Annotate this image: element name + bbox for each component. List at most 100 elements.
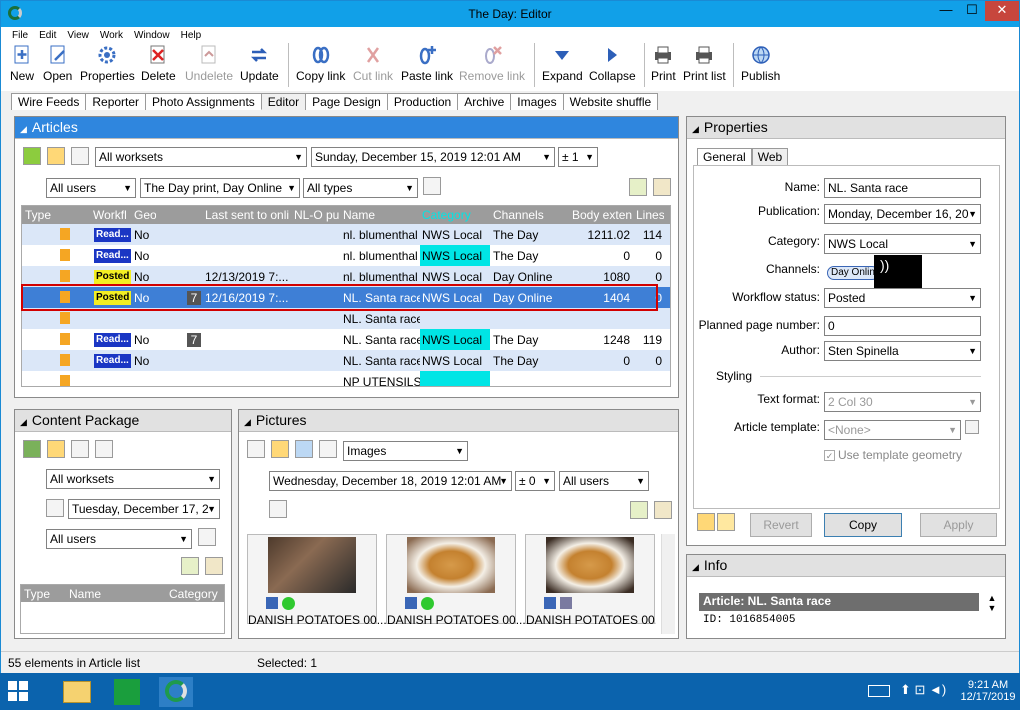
sun-icon[interactable]: [697, 513, 715, 531]
search-icon[interactable]: [269, 500, 287, 518]
users-select[interactable]: All users ▼: [46, 178, 136, 198]
maximize-button[interactable]: ☐: [959, 1, 985, 21]
channel-chip[interactable]: Day Onlin: [827, 266, 879, 280]
col-name[interactable]: Name: [343, 208, 375, 222]
publication-select[interactable]: The Day print, Day Online ▼: [140, 178, 300, 198]
settings-icon[interactable]: [205, 557, 223, 575]
table-row[interactable]: Read... No nl. blumenthal NWS Local The Day 0…: [22, 245, 670, 266]
blank-page-icon[interactable]: [95, 440, 113, 458]
windows-start-icon[interactable]: [8, 681, 28, 701]
undelete-button[interactable]: Undelete: [185, 44, 233, 83]
collapse-arrow-icon[interactable]: ◢: [692, 562, 699, 572]
author-select[interactable]: Sten Spinella ▼: [824, 341, 981, 361]
minimize-button[interactable]: —: [933, 1, 959, 21]
template-browse-icon[interactable]: [965, 420, 979, 434]
pictures-range-select[interactable]: ± 0 ▼: [515, 471, 555, 491]
copy-link-button[interactable]: Copy link: [296, 44, 345, 83]
calendar-icon[interactable]: [46, 499, 64, 517]
paste-link-button[interactable]: Paste link: [401, 44, 453, 83]
search-icon[interactable]: [423, 177, 441, 195]
cp-col-name[interactable]: Name: [69, 587, 101, 601]
print-list-button[interactable]: Print list: [683, 44, 726, 83]
picture-thumbnail[interactable]: DANISH POTATOES 00...: [247, 534, 387, 627]
pictures-date-select[interactable]: Wednesday, December 18, 2019 12:01 AM ▼: [269, 471, 512, 491]
tab-reporter[interactable]: Reporter: [85, 93, 147, 110]
collapse-arrow-icon[interactable]: ◢: [20, 124, 27, 134]
apply-button[interactable]: Apply: [920, 513, 997, 537]
remove-link-button[interactable]: Remove link: [459, 44, 525, 83]
refresh-icon[interactable]: [629, 178, 647, 196]
keyboard-icon[interactable]: [868, 685, 890, 697]
tab-wire-feeds[interactable]: Wire Feeds: [11, 93, 87, 110]
picture-thumbnail[interactable]: DANISH POTATOES 00...: [386, 534, 526, 627]
tray-icons[interactable]: ⬆ ⊡ ◄): [900, 682, 946, 698]
table-row[interactable]: Read... No 7 NL. Santa race NWS Local The Day…: [22, 329, 670, 350]
tab-production[interactable]: Production: [386, 93, 459, 110]
link-icon[interactable]: [295, 440, 313, 458]
store-icon[interactable]: [114, 679, 140, 705]
columns-icon[interactable]: [319, 440, 337, 458]
col-type[interactable]: Type: [25, 208, 51, 222]
tab-web[interactable]: Web: [751, 148, 789, 165]
cp-col-category[interactable]: Category: [169, 587, 218, 601]
articles-date-select[interactable]: Sunday, December 15, 2019 12:01 AM ▼: [311, 147, 555, 167]
collapse-arrow-icon[interactable]: ◢: [244, 417, 251, 427]
image-icon[interactable]: [247, 440, 265, 458]
table-row[interactable]: NP UTENSILS: [22, 371, 670, 386]
page-number-field[interactable]: 0: [824, 316, 981, 336]
collapse-arrow-icon[interactable]: ◢: [20, 417, 27, 427]
pictures-scrollbar[interactable]: [661, 534, 675, 634]
workflow-select[interactable]: Posted ▼: [824, 288, 981, 308]
name-field[interactable]: NL. Santa race: [824, 178, 981, 198]
lightning-icon[interactable]: [717, 513, 735, 531]
pictures-users-select[interactable]: All users ▼: [559, 471, 649, 491]
picture-thumbnail[interactable]: DANISH POTATOES 00...: [525, 534, 656, 627]
col-body-extent[interactable]: Body exten: [572, 208, 634, 222]
cp-workset-select[interactable]: All worksets ▼: [46, 469, 220, 489]
settings-icon[interactable]: [653, 178, 671, 196]
col-last-sent[interactable]: Last sent to onli: [205, 208, 291, 222]
refresh-icon[interactable]: [181, 557, 199, 575]
tab-general[interactable]: General: [697, 148, 752, 165]
table-row[interactable]: Read... No nl. blumenthal NWS Local The Day 1…: [22, 224, 670, 245]
tab-page-design[interactable]: Page Design: [305, 93, 388, 110]
article-type-icon[interactable]: [23, 147, 41, 165]
properties-button[interactable]: Properties: [80, 44, 135, 83]
image-icon[interactable]: [71, 440, 89, 458]
delete-button[interactable]: Delete: [141, 44, 176, 83]
file-explorer-icon[interactable]: [63, 681, 91, 703]
col-geo[interactable]: Geo: [134, 208, 156, 222]
category-select[interactable]: NWS Local ▼: [824, 234, 981, 254]
info-scrollbar[interactable]: ▲ ▼: [985, 593, 999, 633]
settings-icon[interactable]: [654, 501, 672, 519]
open-button[interactable]: Open: [43, 44, 72, 83]
table-row[interactable]: NL. Santa race: [22, 308, 670, 329]
sun-icon[interactable]: [47, 147, 65, 165]
collapse-button[interactable]: Collapse: [589, 44, 636, 83]
tab-editor[interactable]: Editor: [260, 93, 307, 110]
publication-select[interactable]: Monday, December 16, 20 ▼: [824, 204, 981, 224]
print-button[interactable]: Print: [651, 44, 676, 83]
copy-button[interactable]: Copy: [824, 513, 902, 537]
tab-photo-assignments[interactable]: Photo Assignments: [145, 93, 262, 110]
use-template-geometry-checkbox[interactable]: ✓ Use template geometry: [824, 448, 962, 462]
tab-images[interactable]: Images: [510, 93, 564, 110]
search-icon[interactable]: [198, 528, 216, 546]
collapse-arrow-icon[interactable]: ◢: [692, 124, 699, 134]
workset-select[interactable]: All worksets ▼: [95, 147, 307, 167]
cp-users-select[interactable]: All users ▼: [46, 529, 192, 549]
cp-col-type[interactable]: Type: [24, 587, 50, 601]
sun-icon[interactable]: [47, 440, 65, 458]
expand-button[interactable]: Expand: [542, 44, 583, 83]
new-button[interactable]: New: [10, 44, 34, 83]
clock[interactable]: 9:21 AM 12/17/2019: [960, 679, 1016, 703]
date-range-select[interactable]: ± 1 ▼: [558, 147, 598, 167]
cut-link-button[interactable]: Cut link: [353, 44, 393, 83]
blank-page-icon[interactable]: [71, 147, 89, 165]
picture-source-select[interactable]: Images ▼: [343, 441, 468, 461]
publish-button[interactable]: Publish: [741, 44, 780, 83]
revert-button[interactable]: Revert: [750, 513, 812, 537]
tab-website-shuffle[interactable]: Website shuffle: [562, 93, 659, 110]
col-category[interactable]: Category: [422, 208, 471, 222]
sun-icon[interactable]: [271, 440, 289, 458]
